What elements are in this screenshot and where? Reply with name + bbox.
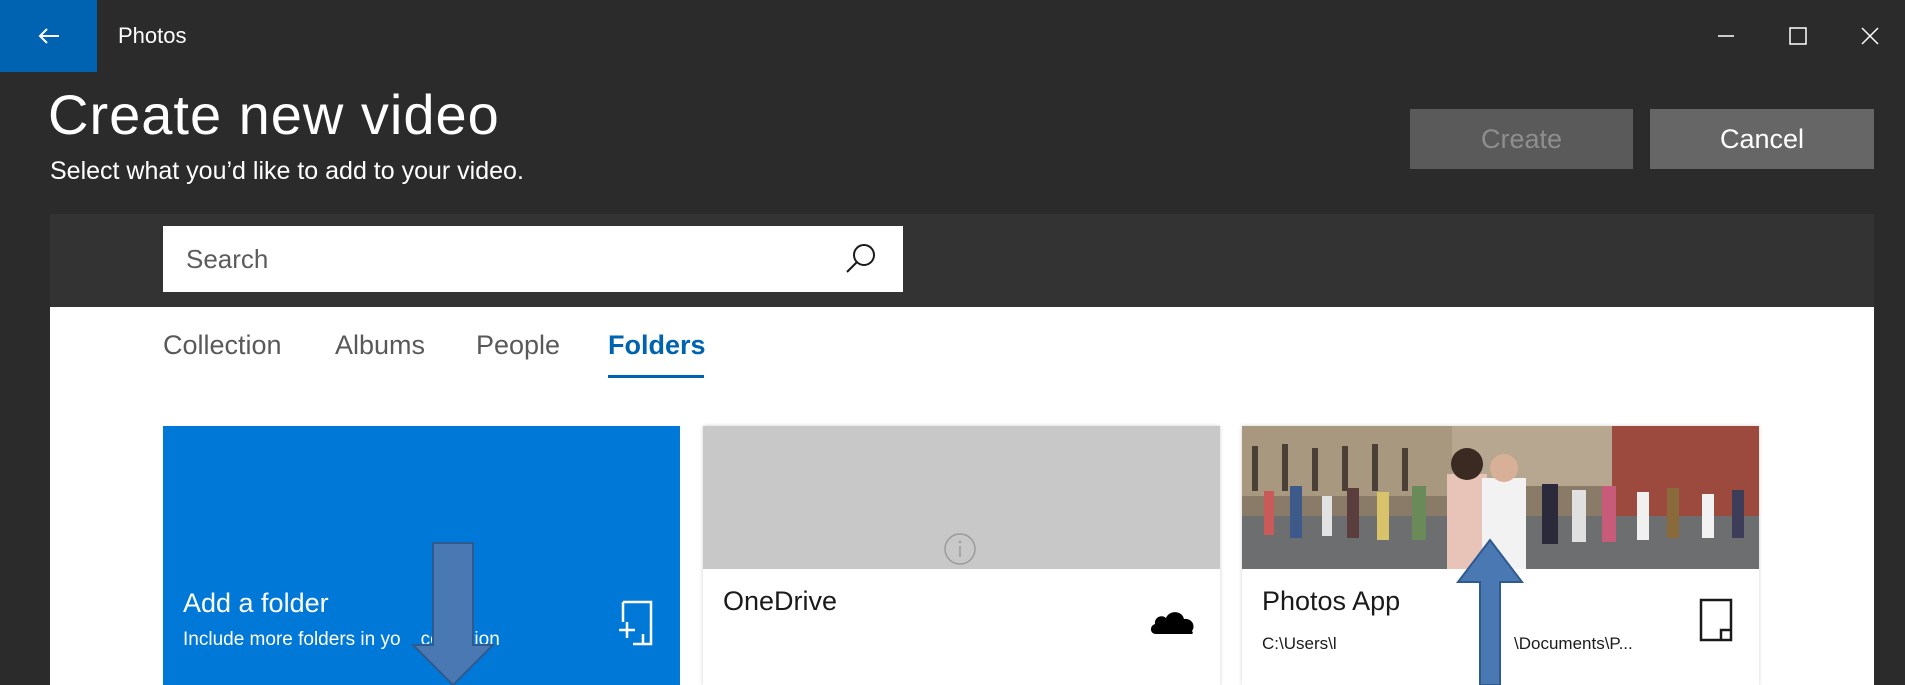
down-arrow bbox=[410, 542, 496, 685]
up-arrow bbox=[1455, 538, 1525, 685]
photos-window: Photos Create new video Select what you’… bbox=[0, 0, 1905, 685]
annotation-arrows bbox=[410, 538, 1525, 685]
